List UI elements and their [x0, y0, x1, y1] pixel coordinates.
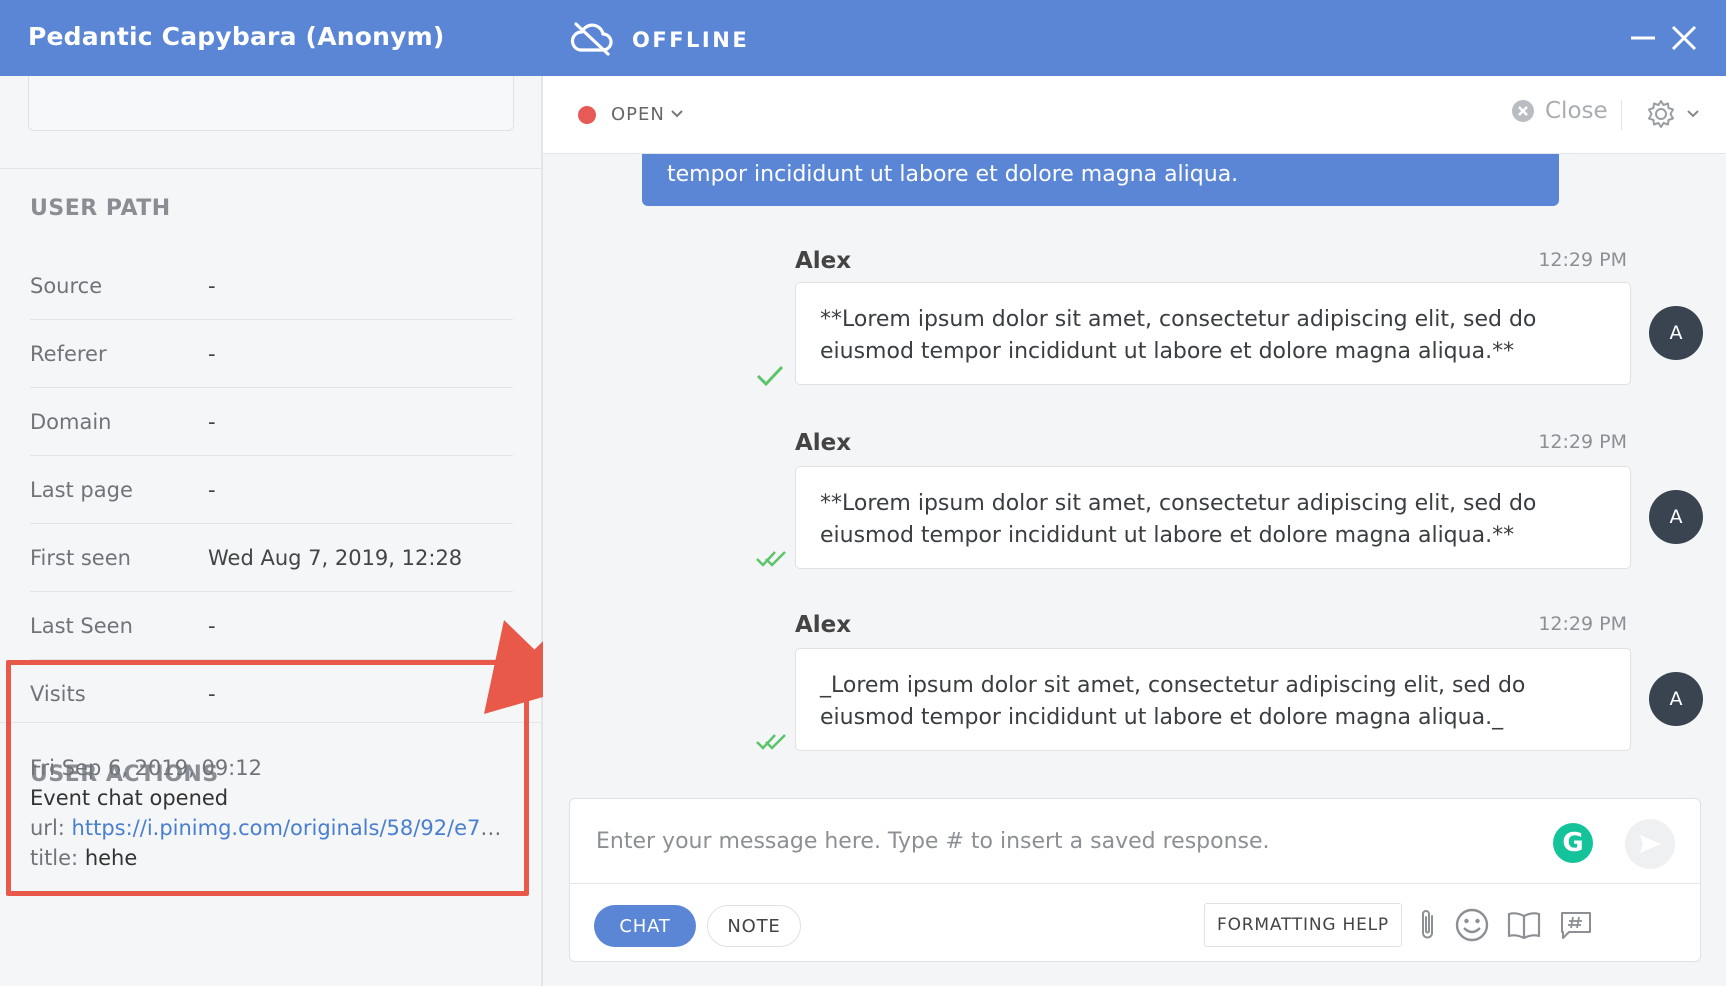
user-path-value: - [208, 342, 216, 366]
user-path-value: - [208, 274, 216, 298]
status-indicator [578, 106, 596, 124]
user-path-key: Source [30, 274, 103, 298]
close-conversation-button[interactable]: Close [1511, 98, 1608, 124]
message-author: Alex [795, 248, 852, 274]
cloud-offline-icon [570, 20, 614, 60]
send-icon [1640, 835, 1661, 853]
divider [570, 883, 1700, 884]
previous-card [28, 76, 514, 131]
user-path-value: - [208, 410, 216, 434]
close-icon [1671, 25, 1697, 51]
knowledge-base-button[interactable] [1506, 907, 1542, 943]
saved-responses-button[interactable] [1558, 907, 1594, 943]
user-path-row-first-seen: First seen Wed Aug 7, 2019, 12:28 [30, 524, 513, 592]
close-conversation-label: Close [1545, 98, 1608, 124]
emoji-icon [1455, 908, 1489, 942]
avatar: A [1649, 306, 1703, 360]
user-path-row-last-page: Last page - [30, 456, 513, 524]
message-author: Alex [795, 612, 852, 638]
divider [1621, 100, 1622, 130]
user-path-value: - [208, 614, 216, 638]
user-path-key: Last page [30, 478, 133, 502]
formatting-help-button[interactable]: FORMATTING HELP [1204, 903, 1402, 947]
message-time: 12:29 PM [1538, 431, 1627, 453]
message-composer: G CHAT NOTE FORMATTING HELP [569, 798, 1701, 962]
message-time: 12:29 PM [1538, 249, 1627, 271]
tab-chat[interactable]: CHAT [594, 905, 696, 947]
double-check-icon [756, 734, 786, 750]
message-bubble: _Lorem ipsum dolor sit amet, consectetur… [795, 648, 1631, 751]
avatar: A [1649, 672, 1703, 726]
message-bubble: **Lorem ipsum dolor sit amet, consectetu… [795, 466, 1631, 569]
double-check-icon [756, 551, 786, 567]
minimize-button[interactable] [1628, 22, 1658, 52]
message-bubble: **Lorem ipsum dolor sit amet, consectetu… [795, 282, 1631, 385]
tab-note[interactable]: NOTE [707, 905, 801, 947]
attach-button[interactable] [1410, 907, 1446, 943]
send-button[interactable] [1625, 819, 1675, 869]
paperclip-icon [1422, 910, 1433, 939]
window-header: Pedantic Capybara (Anonym) OFFLINE [0, 0, 1726, 76]
settings-dropdown[interactable] [1645, 98, 1701, 130]
message-time: 12:29 PM [1538, 613, 1627, 635]
user-path-row-source: Source - [30, 252, 513, 320]
user-path-key: First seen [30, 546, 131, 570]
avatar: A [1649, 490, 1703, 544]
user-path-row-last-seen: Last Seen - [30, 592, 513, 660]
connection-status: OFFLINE [570, 20, 749, 60]
gear-icon [1648, 100, 1674, 128]
hashtag-icon [1561, 912, 1591, 939]
status-dropdown[interactable]: OPEN [611, 104, 665, 125]
minimize-icon [1631, 36, 1655, 40]
conversation-toolbar: OPEN Close [543, 76, 1726, 154]
user-path-row-domain: Domain - [30, 388, 513, 456]
connection-status-label: OFFLINE [632, 28, 750, 52]
chevron-down-icon[interactable] [669, 106, 685, 122]
close-window-button[interactable] [1668, 22, 1700, 54]
chevron-down-icon [1687, 110, 1699, 118]
check-icon [756, 365, 784, 387]
user-path-row-referer: Referer - [30, 320, 513, 388]
user-path-key: Domain [30, 410, 112, 434]
annotation-highlight-box [6, 660, 529, 896]
message-input[interactable] [596, 819, 1556, 863]
user-path-key: Last Seen [30, 614, 133, 638]
user-path-value: Wed Aug 7, 2019, 12:28 [208, 546, 463, 570]
close-circle-icon [1512, 100, 1534, 122]
user-path-key: Referer [30, 342, 107, 366]
user-path-value: - [208, 478, 216, 502]
user-title: Pedantic Capybara (Anonym) [28, 22, 445, 51]
conversation-panel: OPEN Close tempor incididunt ut labore e… [543, 76, 1726, 986]
emoji-button[interactable] [1454, 907, 1490, 943]
user-path-title: USER PATH [30, 196, 171, 221]
divider [0, 168, 541, 169]
book-icon [1507, 912, 1541, 940]
previous-message-bubble: tempor incididunt ut labore et dolore ma… [642, 154, 1559, 206]
message-author: Alex [795, 430, 852, 456]
grammarly-icon[interactable]: G [1553, 823, 1593, 863]
